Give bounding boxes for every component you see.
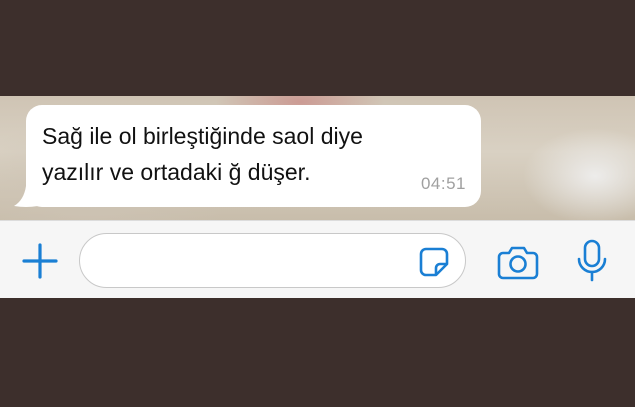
message-text: Sağ ile ol birleştiğinde saol diye yazıl… [42, 123, 363, 185]
sticker-button[interactable] [418, 246, 450, 278]
camera-button[interactable] [497, 244, 539, 280]
incoming-message-bubble[interactable]: Sağ ile ol birleştiğinde saol diye yazıl… [26, 105, 481, 207]
microphone-button[interactable] [575, 239, 609, 283]
sticker-icon [419, 247, 449, 277]
attach-button[interactable] [20, 241, 60, 281]
screenshot-frame: Sağ ile ol birleştiğinde saol diye yazıl… [0, 0, 635, 407]
chat-background: Sağ ile ol birleştiğinde saol diye yazıl… [0, 96, 635, 220]
camera-icon [497, 246, 539, 280]
message-timestamp: 04:51 [420, 174, 466, 193]
plus-icon [22, 243, 58, 279]
microphone-icon [577, 239, 607, 282]
message-input[interactable] [79, 233, 466, 288]
message-input-bar [0, 220, 635, 298]
